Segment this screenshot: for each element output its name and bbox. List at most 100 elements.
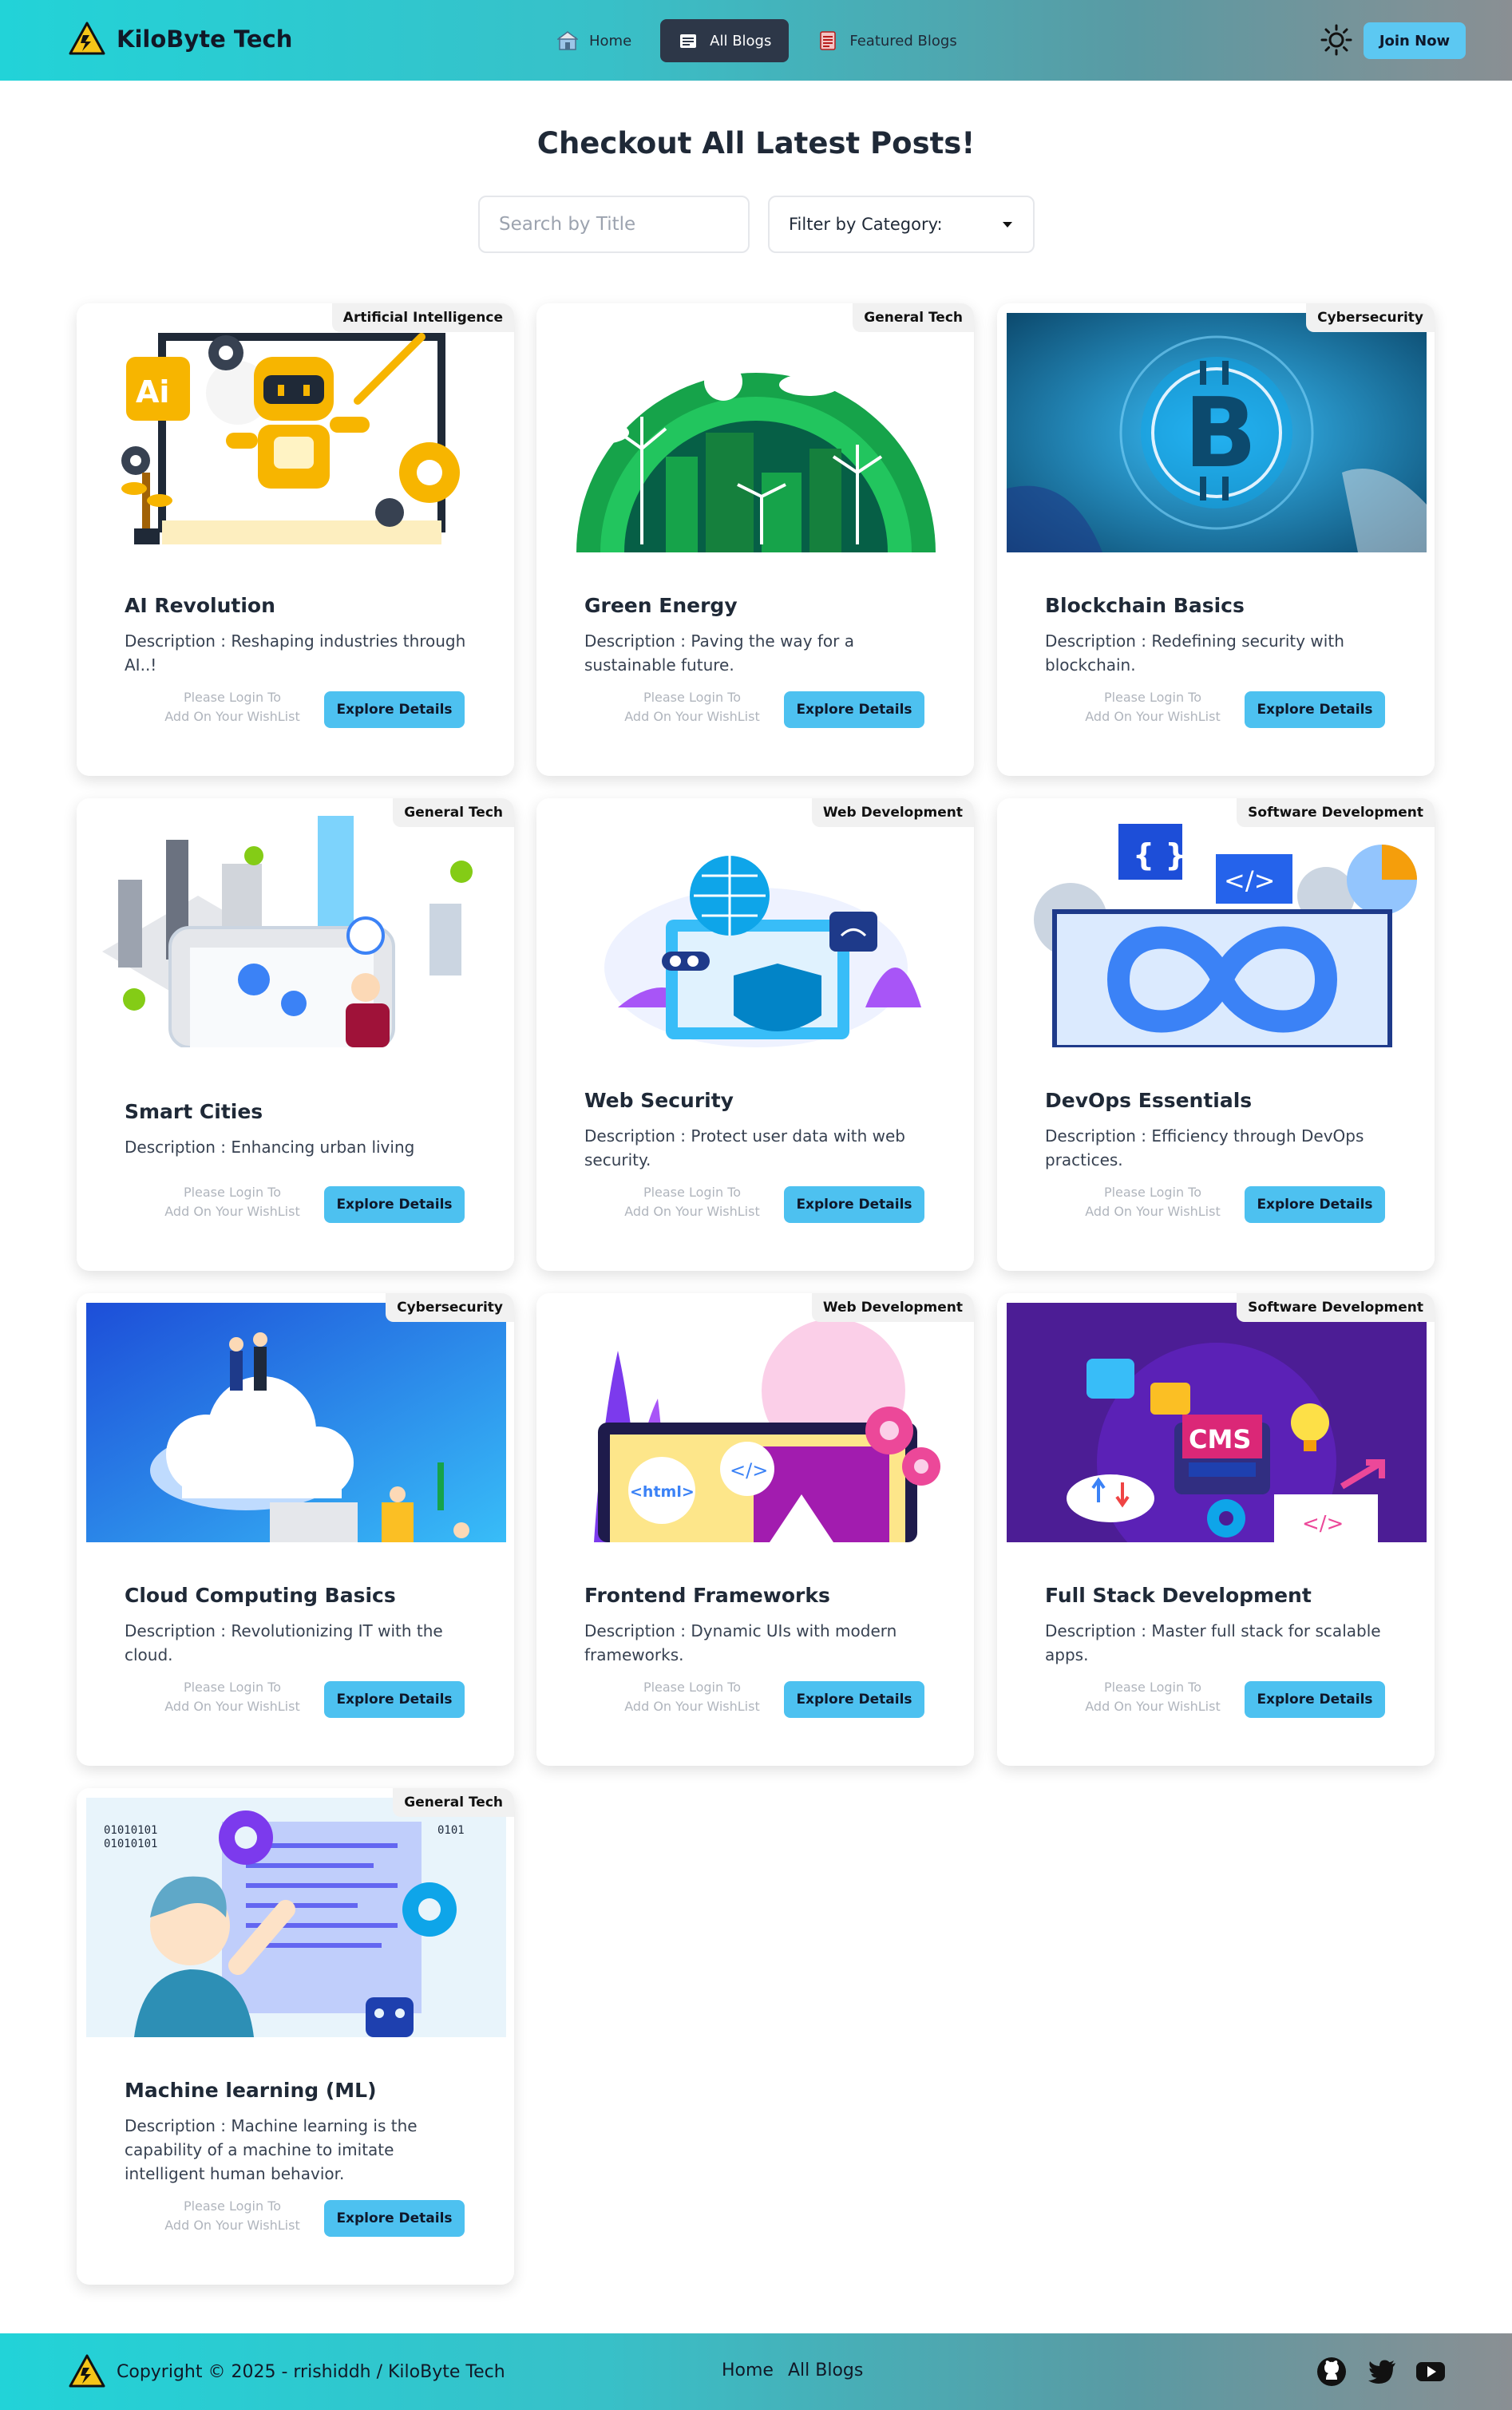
svg-text:<html>: <html> [630,1483,695,1501]
nav-home[interactable]: Home [540,19,649,62]
filter-label: Filter by Category: [789,215,943,234]
card-title: Smart Cities [125,1100,263,1123]
footer: Copyright © 2025 - rrishiddh / KiloByte … [0,2333,1512,2410]
blog-card: General Tech Green Energy Description : … [536,303,974,776]
explore-details-button[interactable]: Explore Details [324,691,465,728]
footer-link-all-blogs[interactable]: All Blogs [788,2361,863,2380]
login-note-line1: Please Login To [183,1680,282,1695]
blog-card: Web Development Web Security Description… [536,798,974,1271]
navbar: KiloByte Tech Home All Blogs Featured Bl… [0,0,1512,81]
wishlist-login-note: Please Login To Add On Your WishList [608,1678,776,1716]
card-image-ai-revolution: Ai [86,313,506,552]
card-title: AI Revolution [125,594,275,617]
blog-card: Software Development { } </> DevOps Esse… [997,798,1435,1271]
wishlist-login-note: Please Login To Add On Your WishList [608,1183,776,1221]
explore-details-button[interactable]: Explore Details [784,691,924,728]
card-title: Green Energy [584,594,738,617]
twitter-icon[interactable] [1367,2356,1399,2388]
explore-details-button[interactable]: Explore Details [1245,1186,1385,1223]
nav-featured-blogs-label: Featured Blogs [849,32,957,49]
explore-details-button[interactable]: Explore Details [324,2200,465,2237]
explore-details-button[interactable]: Explore Details [784,1681,924,1718]
login-note-line1: Please Login To [183,1185,282,1200]
login-note-line1: Please Login To [183,690,282,705]
category-badge: Web Development [811,798,974,827]
wishlist-login-note: Please Login To Add On Your WishList [148,2197,316,2235]
login-note-line1: Please Login To [643,1185,742,1200]
card-title: Blockchain Basics [1045,594,1245,617]
featured-icon [820,31,837,50]
explore-details-button[interactable]: Explore Details [784,1186,924,1223]
brand-name: KiloByte Tech [117,26,293,53]
login-note-line2: Add On Your WishList [1085,1204,1221,1219]
login-note-line1: Please Login To [183,2198,282,2214]
card-description: Description : Revolutionizing IT with th… [125,1621,443,1664]
nav-featured-blogs[interactable]: Featured Blogs [800,19,974,62]
category-filter-select[interactable]: Filter by Category: [768,196,1035,253]
card-description: Description : Machine learning is the ca… [125,2116,418,2183]
github-icon[interactable] [1316,2356,1348,2388]
card-title: Full Stack Development [1045,1584,1312,1607]
login-note-line1: Please Login To [643,690,742,705]
logo-icon [69,2354,105,2388]
card-description: Description : Paving the way for a susta… [584,631,854,675]
svg-text:</>: </> [730,1459,768,1482]
category-badge: Web Development [811,1293,974,1322]
join-now-button[interactable]: Join Now [1364,22,1466,59]
card-image-machine-learning: 01010101 01010101 0101 [86,1798,506,2037]
login-note-line2: Add On Your WishList [624,1699,760,1714]
category-badge: General Tech [393,1788,514,1817]
wishlist-login-note: Please Login To Add On Your WishList [148,1183,316,1221]
explore-details-button[interactable]: Explore Details [324,1186,465,1223]
category-badge: General Tech [853,303,974,332]
blog-card: Web Development <html> </> Frontend Fram… [536,1293,974,1766]
login-note-line2: Add On Your WishList [164,1699,300,1714]
blog-card: Artificial Intelligence Ai AI Revolution… [77,303,514,776]
explore-details-button[interactable]: Explore Details [1245,1681,1385,1718]
wishlist-login-note: Please Login To Add On Your WishList [1069,1678,1237,1716]
svg-text:01010101: 01010101 [104,1838,157,1850]
card-title: Machine learning (ML) [125,2079,377,2102]
svg-text:B: B [1184,378,1257,489]
card-image-green-energy [546,313,966,552]
nav-all-blogs[interactable]: All Blogs [660,19,790,62]
card-image-full-stack: CMS </> [1007,1303,1427,1542]
nav-all-blogs-label: All Blogs [710,32,772,49]
brand[interactable]: KiloByte Tech [69,21,292,57]
login-note-line1: Please Login To [1103,1185,1202,1200]
login-note-line1: Please Login To [1103,1680,1202,1695]
explore-details-button[interactable]: Explore Details [1245,691,1385,728]
category-badge: Artificial Intelligence [331,303,514,332]
login-note-line1: Please Login To [1103,690,1202,705]
login-note-line2: Add On Your WishList [624,1204,760,1219]
blog-card: General Tech 01010101 01010101 0101 Mach… [77,1788,514,2285]
footer-links: Home All Blogs [722,2361,863,2380]
login-note-line2: Add On Your WishList [1085,709,1221,724]
svg-text:</>: </> [1302,1512,1344,1536]
search-input[interactable] [478,196,750,253]
login-note-line2: Add On Your WishList [164,2218,300,2233]
page-title: Checkout All Latest Posts! [536,126,976,160]
footer-brand: Copyright © 2025 - rrishiddh / KiloByte … [69,2353,505,2390]
wishlist-login-note: Please Login To Add On Your WishList [1069,1183,1237,1221]
wishlist-login-note: Please Login To Add On Your WishList [148,688,316,726]
nav-home-label: Home [589,32,632,49]
card-title: Cloud Computing Basics [125,1584,396,1607]
youtube-icon[interactable] [1415,2356,1447,2388]
explore-details-button[interactable]: Explore Details [324,1681,465,1718]
card-description: Description : Reshaping industries throu… [125,631,466,675]
svg-text:Ai: Ai [136,374,169,410]
footer-link-home[interactable]: Home [722,2361,774,2380]
blog-card: Cybersecurity B Blockchain Basics Descri… [997,303,1435,776]
sun-icon[interactable] [1320,24,1352,56]
card-image-devops: { } </> [1007,808,1427,1047]
card-description: Description : Efficiency through DevOps … [1045,1126,1364,1169]
blog-card: General Tech Smart Cities Description : … [77,798,514,1271]
blog-card: Cybersecurity Cloud Computing Basics Des… [77,1293,514,1766]
blog-icon [680,34,697,48]
card-image-cloud-computing [86,1303,506,1542]
login-note-line2: Add On Your WishList [1085,1699,1221,1714]
category-badge: Cybersecurity [386,1293,514,1322]
category-badge: Software Development [1237,1293,1435,1322]
svg-text:0101: 0101 [437,1824,465,1837]
